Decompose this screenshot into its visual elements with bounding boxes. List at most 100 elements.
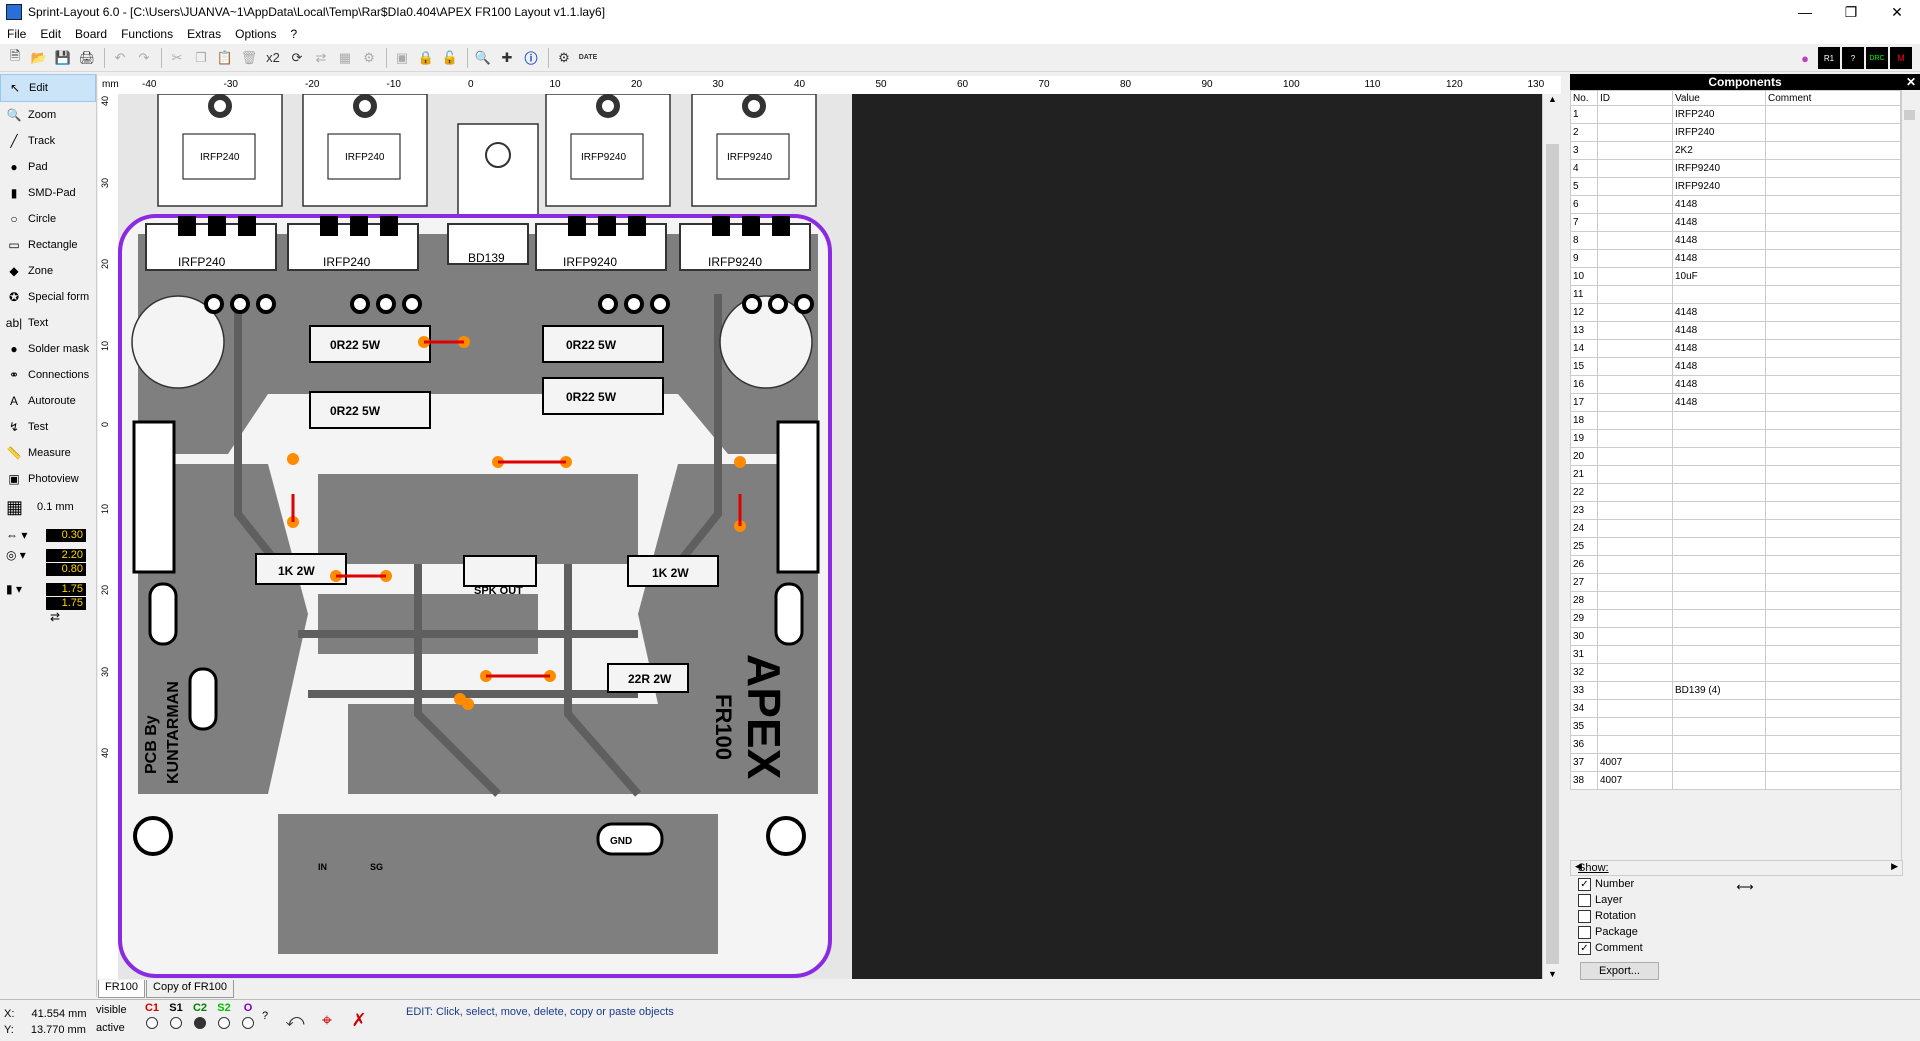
table-cell[interactable]: 22 [1570, 483, 1598, 502]
layer-active-radio[interactable] [218, 1017, 230, 1029]
table-row[interactable]: 2 IRFP240 [1570, 123, 1901, 142]
table-cell[interactable] [1597, 141, 1673, 160]
drc-off-icon[interactable]: ✗ [344, 1004, 374, 1036]
table-cell[interactable] [1765, 321, 1901, 340]
pad-outer-value[interactable]: 2.20 [46, 548, 86, 562]
table-cell[interactable] [1765, 393, 1901, 412]
table-row[interactable]: 32 [1570, 663, 1901, 682]
table-cell[interactable] [1672, 717, 1766, 736]
table-cell[interactable]: 14 [1570, 339, 1598, 358]
table-cell[interactable] [1765, 681, 1901, 700]
tool-special-form[interactable]: ✪ Special form [0, 284, 96, 310]
smd-height-row[interactable]: 1.75 [0, 596, 96, 610]
table-row[interactable]: 18 [1570, 411, 1901, 430]
layer-active-radio[interactable] [194, 1017, 206, 1029]
table-row[interactable]: 15 4148 [1570, 357, 1901, 376]
table-cell[interactable]: 4148 [1672, 213, 1766, 232]
table-row[interactable]: 1 IRFP240 [1570, 105, 1901, 124]
table-cell[interactable] [1597, 609, 1673, 628]
settings-gear-icon[interactable]: ⚙ [553, 47, 575, 69]
table-cell[interactable]: 37 [1570, 753, 1598, 772]
table-cell[interactable] [1597, 213, 1673, 232]
table-cell[interactable] [1765, 627, 1901, 646]
column-header[interactable]: Comment [1765, 90, 1901, 106]
layer-toggle-o[interactable]: O [236, 1002, 260, 1029]
table-cell[interactable]: 21 [1570, 465, 1598, 484]
table-cell[interactable] [1765, 699, 1901, 718]
tool-solder-mask[interactable]: ● Solder mask [0, 336, 96, 362]
table-cell[interactable] [1765, 213, 1901, 232]
table-row[interactable]: 22 [1570, 483, 1901, 502]
menu-help[interactable]: ? [283, 27, 304, 41]
table-cell[interactable]: 25 [1570, 537, 1598, 556]
table-row[interactable]: 8 4148 [1570, 231, 1901, 250]
table-cell[interactable]: IRFP9240 [1672, 177, 1766, 196]
table-row[interactable]: 9 4148 [1570, 249, 1901, 268]
table-cell[interactable]: 10uF [1672, 267, 1766, 286]
crosshair-icon[interactable]: ✚ [496, 47, 518, 69]
table-cell[interactable] [1765, 483, 1901, 502]
table-cell[interactable] [1672, 573, 1766, 592]
table-cell[interactable] [1672, 411, 1766, 430]
snap-icon[interactable]: ⚙ [358, 47, 380, 69]
rubberband-icon[interactable]: ⤺ [280, 1004, 310, 1036]
table-row[interactable]: 34 [1570, 699, 1901, 718]
table-cell[interactable] [1597, 429, 1673, 448]
table-cell[interactable] [1765, 357, 1901, 376]
table-cell[interactable]: 35 [1570, 717, 1598, 736]
checkbox[interactable] [1578, 925, 1591, 939]
table-cell[interactable] [1672, 429, 1766, 448]
scroll-up-arrow-icon[interactable]: ▲ [1543, 94, 1562, 104]
table-row[interactable]: 24 [1570, 519, 1901, 538]
table-row[interactable]: 14 4148 [1570, 339, 1901, 358]
components-scrollbar[interactable] [1901, 90, 1917, 860]
save-icon[interactable]: 💾 [52, 47, 74, 69]
open-folder-icon[interactable]: 📂 [28, 47, 50, 69]
minimize-button[interactable]: — [1782, 0, 1828, 24]
table-cell[interactable] [1765, 717, 1901, 736]
table-row[interactable]: 35 [1570, 717, 1901, 736]
mirror-icon[interactable]: ⇄ [310, 47, 332, 69]
export-button[interactable]: Export... [1580, 962, 1659, 980]
table-cell[interactable] [1765, 465, 1901, 484]
components-scroll-thumb[interactable] [1904, 110, 1915, 120]
tool-track[interactable]: ╱ Track [0, 128, 96, 154]
table-cell[interactable]: IRFP9240 [1672, 159, 1766, 178]
menu-file[interactable]: File [0, 27, 33, 41]
menu-extras[interactable]: Extras [180, 27, 228, 41]
tool-edit[interactable]: ↖ Edit [0, 74, 96, 102]
table-row[interactable]: 25 [1570, 537, 1901, 556]
table-cell[interactable]: 27 [1570, 573, 1598, 592]
table-cell[interactable]: 34 [1570, 699, 1598, 718]
copy-icon[interactable]: ❐ [190, 47, 212, 69]
table-cell[interactable]: 26 [1570, 555, 1598, 574]
track-width-row[interactable]: ⇔ ▾ 0.30 [0, 528, 96, 542]
column-header[interactable]: ID [1597, 90, 1673, 106]
rotate-icon[interactable]: ⟳ [286, 47, 308, 69]
menu-board[interactable]: Board [68, 27, 114, 41]
table-cell[interactable] [1597, 249, 1673, 268]
table-cell[interactable] [1765, 771, 1901, 790]
table-cell[interactable] [1672, 555, 1766, 574]
table-cell[interactable] [1597, 267, 1673, 286]
table-cell[interactable] [1672, 285, 1766, 304]
table-cell[interactable]: 4148 [1672, 231, 1766, 250]
table-row[interactable]: 12 4148 [1570, 303, 1901, 322]
column-header[interactable]: Value [1672, 90, 1766, 106]
show-option-comment[interactable]: ✓ Comment [1578, 940, 1659, 956]
show-option-layer[interactable]: Layer [1578, 892, 1659, 908]
tool-measure[interactable]: 📏 Measure [0, 440, 96, 466]
checkbox[interactable]: ✓ [1578, 941, 1591, 955]
table-cell[interactable]: 1 [1570, 105, 1598, 124]
show-option-rotation[interactable]: Rotation [1578, 908, 1659, 924]
table-cell[interactable] [1765, 105, 1901, 124]
table-cell[interactable] [1765, 501, 1901, 520]
table-cell[interactable] [1765, 339, 1901, 358]
table-cell[interactable] [1597, 357, 1673, 376]
table-cell[interactable] [1672, 735, 1766, 754]
table-cell[interactable]: 17 [1570, 393, 1598, 412]
undo-icon[interactable]: ↶ [109, 47, 131, 69]
table-cell[interactable]: 36 [1570, 735, 1598, 754]
tool-zoom[interactable]: 🔍 Zoom [0, 102, 96, 128]
table-row[interactable]: 31 [1570, 645, 1901, 664]
